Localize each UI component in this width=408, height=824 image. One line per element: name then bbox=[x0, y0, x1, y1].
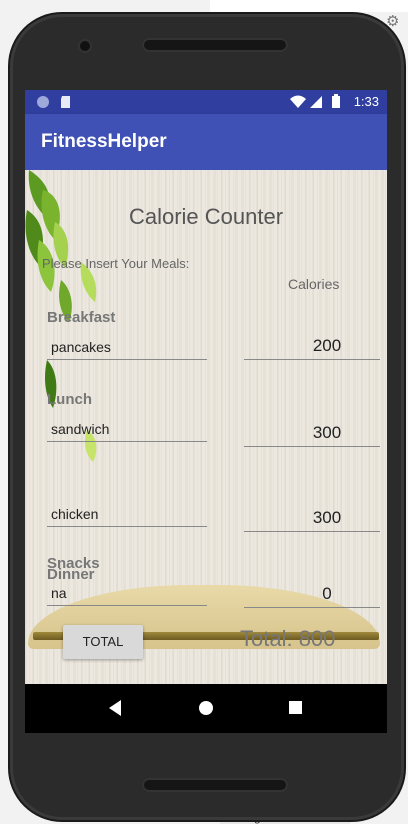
navigation-bar bbox=[25, 684, 387, 733]
dinner-calories-input[interactable]: 300 bbox=[244, 504, 380, 532]
calories-column-header: Calories bbox=[288, 276, 340, 292]
snacks-calories-input[interactable]: 0 bbox=[244, 580, 380, 608]
home-icon[interactable] bbox=[197, 699, 215, 717]
lunch-calories-input[interactable]: 300 bbox=[244, 419, 380, 447]
back-icon[interactable] bbox=[107, 699, 123, 717]
sd-card-icon bbox=[61, 96, 70, 108]
calorie-counter-screen: Calorie Counter Please Insert Your Meals… bbox=[25, 170, 387, 684]
app-bar: FitnessHelper bbox=[25, 114, 387, 170]
snacks-meal-input[interactable]: na bbox=[47, 580, 207, 606]
ide-settings-gear-icon[interactable]: ⚙ bbox=[386, 12, 399, 30]
breakfast-label: Breakfast bbox=[47, 309, 116, 326]
device-screen: 1:33 FitnessHelper Calorie Counter Pleas… bbox=[25, 90, 387, 733]
total-button[interactable]: TOTAL bbox=[63, 625, 143, 659]
breakfast-calories-input[interactable]: 200 bbox=[244, 332, 380, 360]
status-time: 1:33 bbox=[353, 94, 379, 109]
recents-icon[interactable] bbox=[288, 699, 304, 717]
lunch-meal-input[interactable]: sandwich bbox=[47, 416, 207, 442]
dinner-meal-input[interactable]: chicken bbox=[47, 501, 207, 527]
total-calories-text: Total: 800 bbox=[240, 626, 336, 651]
wifi-icon bbox=[290, 95, 306, 108]
lunch-label: Lunch bbox=[47, 391, 92, 408]
bottom-speaker bbox=[142, 778, 288, 792]
front-camera bbox=[80, 41, 90, 51]
snacks-label: Snacks bbox=[47, 555, 100, 572]
page-title: Calorie Counter bbox=[128, 204, 284, 229]
app-title: FitnessHelper bbox=[41, 131, 167, 152]
instructions-text: Please Insert Your Meals: bbox=[42, 256, 190, 271]
signal-icon bbox=[310, 96, 322, 108]
battery-icon bbox=[332, 94, 340, 108]
notification-circle-icon bbox=[37, 96, 49, 108]
top-speaker bbox=[142, 38, 288, 52]
status-bar: 1:33 bbox=[25, 90, 387, 114]
breakfast-meal-input[interactable]: pancakes bbox=[47, 334, 207, 360]
ide-background-top bbox=[210, 0, 408, 12]
phone-frame: 1:33 FitnessHelper Calorie Counter Pleas… bbox=[10, 14, 404, 820]
